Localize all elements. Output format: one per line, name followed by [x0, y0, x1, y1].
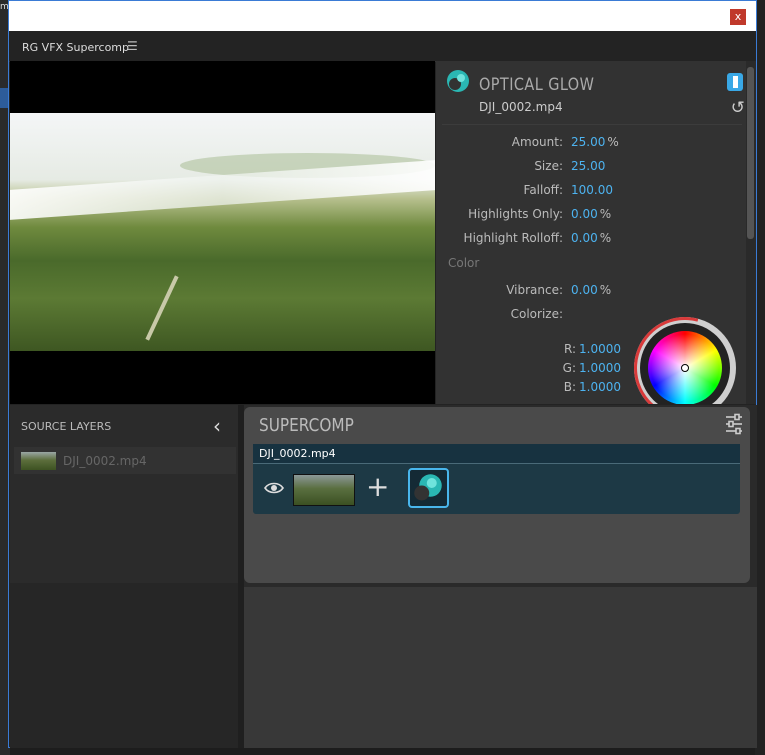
source-layers-empty-area [10, 583, 238, 748]
settings-sliders-icon[interactable] [724, 413, 744, 435]
reset-icon[interactable]: ↺ [731, 98, 745, 118]
param-value[interactable]: 0.00% [571, 283, 611, 297]
video-path [145, 275, 179, 341]
supercomp-title: SUPERCOMP [259, 415, 354, 436]
param-label: Amount: [511, 135, 563, 149]
source-layer-item[interactable]: DJI_0002.mp4 [14, 447, 236, 474]
section-color-label: Color [448, 256, 480, 270]
param-label: Colorize: [510, 307, 563, 321]
color-wheel[interactable] [615, 298, 755, 404]
preview-viewer [10, 61, 435, 404]
param-label: Highlights Only: [468, 207, 563, 221]
param-label: Size: [534, 159, 563, 173]
add-effect-button[interactable]: + [366, 472, 389, 502]
effect-slot-optical-glow[interactable] [408, 468, 449, 508]
eye-icon[interactable] [264, 480, 284, 496]
supercomp-panel: SUPERCOMP DJI_0002.mp4 + [244, 407, 750, 583]
param-value[interactable]: 100.00 [571, 183, 615, 197]
panel-menu-icon[interactable]: ☰ [127, 39, 138, 53]
param-row-size: Size: 25.00 [436, 159, 736, 177]
source-layers-title: SOURCE LAYERS [21, 420, 112, 433]
window-titlebar[interactable]: x [9, 1, 756, 31]
close-button[interactable]: x [730, 9, 746, 25]
param-label: G: [562, 361, 576, 375]
supercomp-window: x RG VFX Supercomp ☰ OPTICAL GLOW DJI_00… [8, 0, 757, 748]
color-wheel-handle[interactable] [681, 364, 689, 372]
optical-glow-icon [414, 474, 442, 501]
source-layers-panel: SOURCE LAYERS ‹ DJI_0002.mp4 [10, 405, 238, 748]
param-value[interactable]: 25.00 [571, 159, 607, 173]
param-value[interactable]: 1.0000 [579, 380, 621, 394]
bottom-area: SOURCE LAYERS ‹ DJI_0002.mp4 SUPERCOMP D… [10, 405, 757, 748]
param-row-amount: Amount: 25.00% [436, 135, 736, 153]
param-label: Vibrance: [506, 283, 563, 297]
param-label: R: [563, 342, 576, 356]
effect-controls: OPTICAL GLOW DJI_0002.mp4 ↺ Amount: 25.0… [436, 61, 756, 404]
video-frame [10, 113, 435, 351]
comp-layer-header: DJI_0002.mp4 [253, 444, 740, 464]
param-row-highlight-rolloff: Highlight Rolloff: 0.00% [436, 231, 736, 249]
param-row-vibrance: Vibrance: 0.00% [436, 283, 736, 301]
param-label: Falloff: [523, 183, 563, 197]
param-row-highlights-only: Highlights Only: 0.00% [436, 207, 736, 225]
source-layer-name: DJI_0002.mp4 [63, 454, 147, 468]
param-value[interactable]: 0.00% [571, 231, 611, 245]
color-wheel-hue[interactable] [648, 331, 722, 404]
param-value[interactable]: 25.00% [571, 135, 619, 149]
effect-name: OPTICAL GLOW [479, 75, 595, 95]
collapse-icon[interactable]: ‹ [213, 414, 221, 438]
panel-header: RG VFX Supercomp ☰ [9, 33, 756, 62]
param-label: B: [563, 380, 576, 394]
optical-glow-logo-icon [447, 70, 469, 92]
source-layer-thumbnail [21, 452, 56, 470]
background-active-tab [0, 88, 8, 108]
param-value[interactable]: 0.00% [571, 207, 611, 221]
effect-file: DJI_0002.mp4 [479, 100, 563, 114]
param-label: Highlight Rolloff: [463, 231, 563, 245]
param-value[interactable]: 1.0000 [579, 361, 621, 375]
color-wheel-ring [640, 323, 730, 404]
param-row-falloff: Falloff: 100.00 [436, 183, 736, 201]
comp-layer[interactable]: DJI_0002.mp4 + [253, 444, 740, 514]
comp-layer-name: DJI_0002.mp4 [259, 447, 336, 460]
panel-title: RG VFX Supercomp [22, 41, 130, 54]
comp-layer-thumbnail [293, 474, 355, 506]
effect-scrollbar-thumb[interactable] [747, 67, 754, 239]
param-value[interactable]: 1.0000 [579, 342, 621, 356]
divider [442, 124, 742, 125]
effect-enable-toggle[interactable] [727, 73, 743, 91]
supercomp-empty-area [244, 587, 757, 748]
